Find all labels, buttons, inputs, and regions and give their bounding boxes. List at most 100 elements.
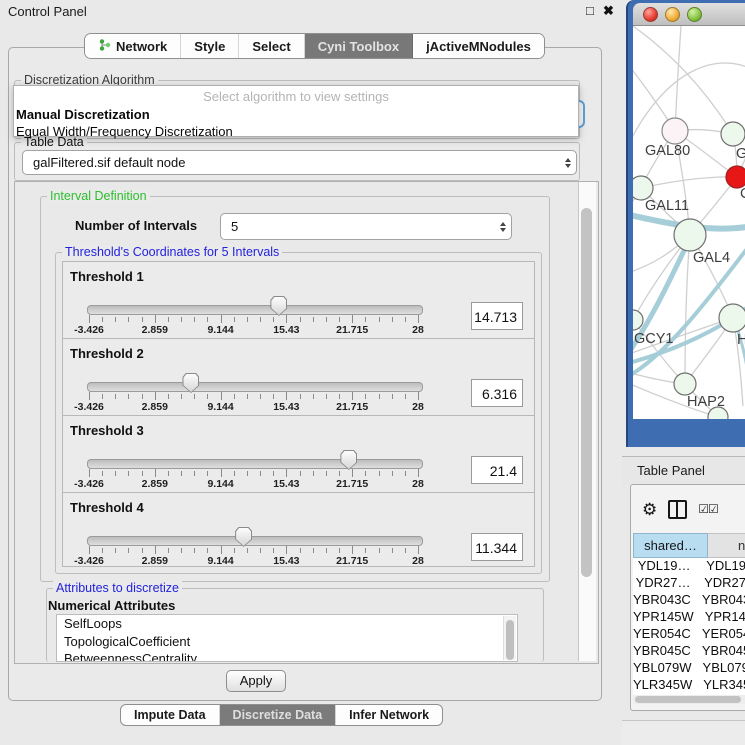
node-gcy1[interactable] xyxy=(633,310,643,330)
threshold-row-2: Threshold 2 -3.4262.8599.14415.4321.7152… xyxy=(62,338,535,416)
slider-tick xyxy=(392,317,393,322)
table-row[interactable]: YER054CYER054C xyxy=(633,626,745,643)
table-row[interactable]: YBR043CYBR043C xyxy=(633,592,745,609)
tab-discretize-data[interactable]: Discretize Data xyxy=(220,705,337,725)
node-gal4[interactable] xyxy=(674,219,706,251)
slider-tick xyxy=(392,471,393,476)
cell-name[interactable]: YLR345W xyxy=(692,677,745,694)
cell-shared-name[interactable]: YLR345W xyxy=(633,677,692,694)
cell-name[interactable]: YBR045C xyxy=(691,643,745,660)
num-intervals-combobox[interactable]: 5 xyxy=(220,213,512,240)
cell-shared-name[interactable]: YDR27… xyxy=(633,575,693,592)
close-window-icon[interactable]: ✖ xyxy=(603,3,614,19)
threshold-value-input[interactable]: 6.316 xyxy=(471,379,523,407)
table-data-combobox[interactable]: galFiltered.sif default node xyxy=(22,150,577,175)
cell-name[interactable]: YDR27… xyxy=(693,575,745,592)
cell-shared-name[interactable]: YDL19… xyxy=(633,558,695,575)
split-panel-icon[interactable] xyxy=(668,500,687,519)
tick-label: 9.144 xyxy=(207,555,233,567)
cell-name[interactable]: YDL19… xyxy=(695,558,745,575)
cell-shared-name[interactable]: YER054C xyxy=(633,626,691,643)
cell-name[interactable]: YBL079W xyxy=(692,660,745,677)
column-header-name[interactable]: na xyxy=(708,533,745,558)
slider-tick xyxy=(102,317,103,322)
column-header-shared[interactable]: shared… xyxy=(633,533,708,558)
slider-tick xyxy=(89,392,90,400)
tab-infer-network[interactable]: Infer Network xyxy=(336,705,442,725)
cell-shared-name[interactable]: YPR145W xyxy=(633,609,694,626)
algorithm-option-equal-width[interactable]: Equal Width/Frequency Discretization xyxy=(14,123,578,140)
apply-button[interactable]: Apply xyxy=(226,670,286,692)
algorithm-option-manual[interactable]: Manual Discretization xyxy=(14,106,578,123)
slider-tick xyxy=(339,471,340,476)
table-row[interactable]: YDR27…YDR27… xyxy=(633,575,745,592)
algorithm-placeholder[interactable]: Select algorithm to view settings xyxy=(14,86,578,106)
gear-icon[interactable]: ⚙ xyxy=(642,501,657,518)
node-highlighted[interactable] xyxy=(726,166,745,188)
slider-tick xyxy=(300,471,301,476)
table-row[interactable]: YBR045CYBR045C xyxy=(633,643,745,660)
table-row[interactable]: YDL19…YDL19… xyxy=(633,558,745,575)
tick-label: 21.715 xyxy=(336,401,368,413)
stepper-icon[interactable] xyxy=(495,222,511,232)
tick-label: 28 xyxy=(412,478,424,490)
slider-tick xyxy=(313,548,314,553)
settings-scrollbar[interactable] xyxy=(578,182,596,661)
minimize-button-icon[interactable] xyxy=(665,7,680,22)
float-window-icon[interactable]: □ xyxy=(586,3,594,18)
slider-tick xyxy=(234,394,235,399)
network-icon xyxy=(98,38,111,55)
tab-select[interactable]: Select xyxy=(239,34,304,58)
cell-shared-name[interactable]: YBR043C xyxy=(633,592,691,609)
list-item[interactable]: SelfLoops xyxy=(57,615,517,633)
scrollbar-thumb[interactable] xyxy=(581,208,592,577)
threshold-value-input[interactable]: 14.713 xyxy=(471,302,523,330)
tab-cyni-toolbox[interactable]: Cyni Toolbox xyxy=(305,34,413,58)
threshold-row-4: Threshold 4 -3.4262.8599.14415.4321.7152… xyxy=(62,492,535,567)
table-row[interactable]: YLR345WYLR345W xyxy=(633,677,745,694)
threshold-value-input[interactable]: 11.344 xyxy=(471,533,523,561)
node-gal80[interactable] xyxy=(662,118,688,144)
tab-network[interactable]: Network xyxy=(85,34,181,58)
slider-tick xyxy=(273,317,274,322)
scrollbar-thumb[interactable] xyxy=(635,696,741,703)
slider-tick xyxy=(418,315,419,323)
slider-tick xyxy=(115,548,116,553)
cell-name[interactable]: YER054C xyxy=(691,626,745,643)
node-hap2[interactable] xyxy=(674,373,696,395)
table-row[interactable]: YBL079WYBL079W xyxy=(633,660,745,677)
threshold-value-input[interactable]: 21.4 xyxy=(471,456,523,484)
slider-tick xyxy=(365,471,366,476)
slider-tick xyxy=(234,317,235,322)
tick-label: 21.715 xyxy=(336,324,368,336)
list-scrollbar[interactable] xyxy=(503,616,516,660)
cell-name[interactable]: YBR043C xyxy=(691,592,745,609)
stepper-icon[interactable] xyxy=(560,158,576,168)
table-hscrollbar[interactable] xyxy=(633,695,745,704)
slider-tick xyxy=(313,394,314,399)
close-button-icon[interactable] xyxy=(643,7,658,22)
cell-shared-name[interactable]: YBR045C xyxy=(633,643,691,660)
network-view[interactable]: GAL80 GA C GAL11 GAL4 GCY1 H HAP2 xyxy=(633,26,745,419)
slider-tick xyxy=(102,471,103,476)
node-gal11[interactable] xyxy=(633,176,653,200)
svg-text:H: H xyxy=(737,332,745,348)
checkbox-pair-icon[interactable]: ☑☑ xyxy=(698,502,718,516)
tab-style[interactable]: Style xyxy=(181,34,239,58)
slider-tick xyxy=(260,394,261,399)
num-intervals-label: Number of Intervals xyxy=(75,218,197,233)
list-item[interactable]: TopologicalCoefficient xyxy=(57,633,517,651)
cell-name[interactable]: YPR145W xyxy=(694,609,745,626)
tab-jactivemnodules[interactable]: jActiveMNodules xyxy=(413,34,544,58)
cell-shared-name[interactable]: YBL079W xyxy=(633,660,692,677)
slider-tick xyxy=(181,394,182,399)
node-ga[interactable] xyxy=(721,122,745,146)
table-row[interactable]: YPR145WYPR145W xyxy=(633,609,745,626)
network-nodes[interactable] xyxy=(633,118,745,419)
node-h[interactable] xyxy=(719,304,745,332)
table-body: YDL19…YDL19…YDR27…YDR27…YBR043CYBR043CYP… xyxy=(633,558,745,695)
list-item[interactable]: BetweennessCentrality xyxy=(57,650,517,662)
network-window-titlebar[interactable] xyxy=(633,3,745,26)
zoom-button-icon[interactable] xyxy=(687,7,702,22)
tab-impute-data[interactable]: Impute Data xyxy=(121,705,220,725)
